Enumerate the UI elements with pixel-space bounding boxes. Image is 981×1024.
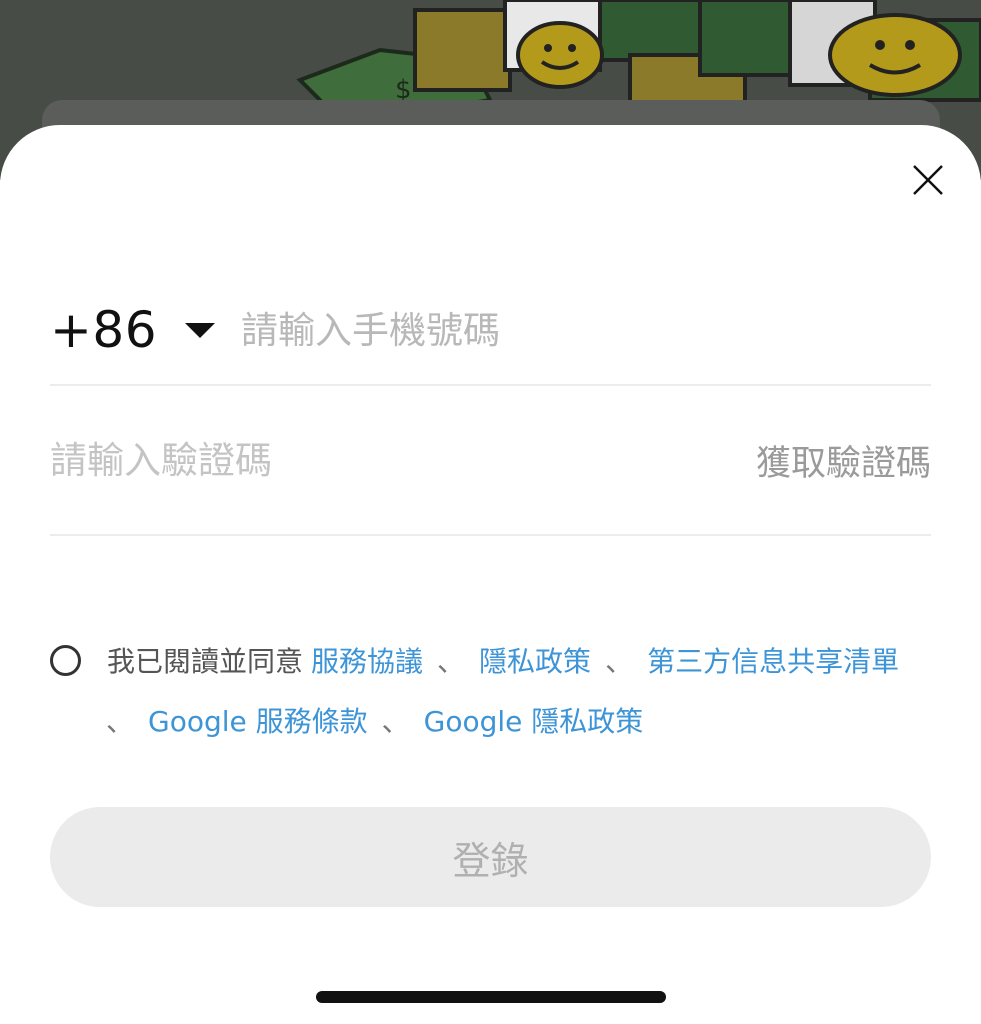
link-third-party-sharing-list[interactable]: 第三方信息共享清單	[647, 640, 899, 680]
link-google-terms[interactable]: Google 服務條款	[148, 700, 368, 740]
separator: 、	[437, 645, 466, 678]
close-button[interactable]	[911, 163, 945, 197]
separator: 、	[106, 705, 135, 738]
separator: 、	[605, 645, 634, 678]
link-google-privacy[interactable]: Google 隱私政策	[424, 700, 644, 740]
verification-code-input[interactable]	[50, 438, 610, 482]
country-code-selector[interactable]: +86	[50, 301, 157, 359]
link-privacy-policy[interactable]: 隱私政策	[479, 640, 591, 680]
login-button[interactable]: 登錄	[50, 807, 931, 907]
get-verification-code-button[interactable]: 獲取驗證碼	[756, 435, 931, 486]
radio-unchecked-icon[interactable]	[50, 644, 81, 676]
divider	[50, 534, 931, 536]
agreement-prefix: 我已閱讀並同意	[107, 645, 304, 678]
caret-down-icon[interactable]	[185, 322, 216, 338]
login-bottom-sheet: +86 獲取驗證碼 我已閱讀並同意 服務協議 、 隱私政策 、 第三方信息共享清…	[0, 125, 981, 1024]
separator: 、	[381, 705, 410, 738]
phone-number-row: +86	[50, 275, 931, 385]
verification-code-row: 獲取驗證碼	[50, 420, 931, 500]
link-service-agreement[interactable]: 服務協議	[311, 640, 423, 680]
agreement-line: 、 Google 服務條款 、 Google 隱私政策	[50, 690, 931, 750]
phone-number-input[interactable]	[241, 308, 931, 352]
login-screen: $ +86 請輸入手機號碼 請輸入驗證碼 獲取驗證碼 我已閱讀並同意 服務協議 …	[0, 0, 981, 1024]
home-indicator	[316, 991, 666, 1003]
divider	[50, 384, 931, 386]
agreement-section: 我已閱讀並同意 服務協議 、 隱私政策 、 第三方信息共享清單 、 Google…	[50, 630, 931, 750]
agreement-line: 我已閱讀並同意 服務協議 、 隱私政策 、 第三方信息共享清單	[50, 630, 931, 690]
close-icon	[913, 165, 943, 195]
